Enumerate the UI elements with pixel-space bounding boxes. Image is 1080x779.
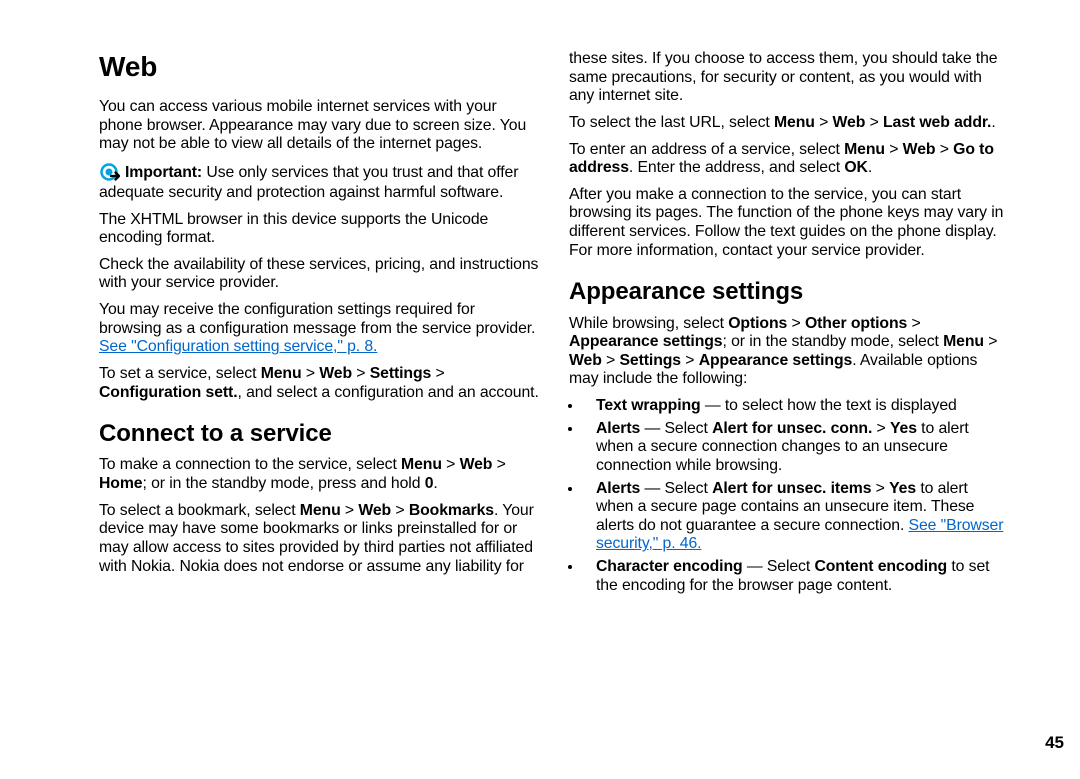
alerts-bold: Alerts (596, 420, 640, 437)
settings-bold: Settings (619, 352, 681, 369)
web-bold: Web (903, 141, 936, 158)
sep: > (602, 352, 620, 369)
web-bold: Web (833, 114, 866, 131)
sep: > (492, 456, 505, 473)
configsett-bold: Configuration sett. (99, 384, 238, 401)
textwrap-bold: Text wrapping (596, 397, 701, 414)
t: While browsing, select (569, 315, 728, 332)
sep: > (871, 480, 889, 497)
after-connection-paragraph: After you make a connection to the servi… (569, 186, 1009, 261)
alerts-bold: Alerts (596, 480, 640, 497)
sep: > (352, 365, 370, 382)
web-bold: Web (358, 502, 391, 519)
menu-bold: Menu (844, 141, 885, 158)
sep: > (442, 456, 460, 473)
t: ; or in the standby mode, select (723, 333, 944, 350)
sep: > (984, 333, 997, 350)
menu-bold: Menu (943, 333, 984, 350)
t: To make a connection to the service, sel… (99, 456, 401, 473)
t: . Enter the address, and select (629, 159, 844, 176)
important-icon (99, 162, 121, 184)
menu-bold: Menu (774, 114, 815, 131)
t: To enter an address of a service, select (569, 141, 844, 158)
menu-bold: Menu (261, 365, 302, 382)
sep: > (302, 365, 320, 382)
last-url-paragraph: To select the last URL, select Menu > We… (569, 114, 1009, 133)
important-paragraph: Important: Use only services that you tr… (99, 162, 539, 203)
config-link[interactable]: See "Configuration setting service," p. … (99, 338, 377, 355)
column-right: these sites. If you choose to access the… (569, 50, 1009, 599)
t: — to select how the text is displayed (701, 397, 957, 414)
lastweb-bold: Last web addr. (883, 114, 991, 131)
set-service-paragraph: To set a service, select Menu > Web > Se… (99, 365, 539, 402)
sep: > (907, 315, 920, 332)
home-bold: Home (99, 475, 143, 492)
t: . (433, 475, 437, 492)
sep: > (341, 502, 359, 519)
t: To set a service, select (99, 365, 261, 382)
other-bold: Other options (805, 315, 907, 332)
important-label: Important: (125, 164, 202, 181)
t: — Select (640, 480, 712, 497)
yes-bold: Yes (889, 480, 916, 497)
sep: > (787, 315, 805, 332)
t: To select the last URL, select (569, 114, 774, 131)
settings-bold: Settings (370, 365, 432, 382)
options-bold: Options (728, 315, 787, 332)
options-list: Text wrapping — to select how the text i… (569, 397, 1009, 595)
connect-paragraph: To make a connection to the service, sel… (99, 456, 539, 493)
alertitems-bold: Alert for unsec. items (712, 480, 871, 497)
sep: > (815, 114, 833, 131)
list-item: Alerts — Select Alert for unsec. conn. >… (583, 420, 1009, 476)
t: — Select (743, 558, 815, 575)
sep: > (935, 141, 953, 158)
bookmarks-bold: Bookmarks (409, 502, 494, 519)
sep: > (885, 141, 903, 158)
page-number: 45 (1045, 733, 1064, 753)
config-text: You may receive the configuration settin… (99, 301, 535, 337)
appearance-intro: While browsing, select Options > Other o… (569, 315, 1009, 390)
xhtml-paragraph: The XHTML browser in this device support… (99, 211, 539, 248)
t: — Select (640, 420, 712, 437)
heading-connect: Connect to a service (99, 420, 539, 448)
charenc-bold: Character encoding (596, 558, 743, 575)
config-paragraph: You may receive the configuration settin… (99, 301, 539, 357)
sep: > (865, 114, 883, 131)
sep: > (681, 352, 699, 369)
sep: > (391, 502, 409, 519)
menu-bold: Menu (300, 502, 341, 519)
web-bold: Web (460, 456, 493, 473)
alertconn-bold: Alert for unsec. conn. (712, 420, 872, 437)
bookmark-paragraph: To select a bookmark, select Menu > Web … (99, 502, 539, 577)
sep: > (872, 420, 890, 437)
web-bold: Web (319, 365, 352, 382)
t: . (991, 114, 995, 131)
t: , and select a configuration and an acco… (238, 384, 539, 401)
list-item: Text wrapping — to select how the text i… (583, 397, 1009, 416)
page: Web You can access various mobile intern… (0, 0, 1080, 779)
menu-bold: Menu (401, 456, 442, 473)
web-bold: Web (569, 352, 602, 369)
enter-address-paragraph: To enter an address of a service, select… (569, 141, 1009, 178)
t: ; or in the standby mode, press and hold (143, 475, 425, 492)
columns: Web You can access various mobile intern… (99, 50, 1030, 599)
heading-web: Web (99, 50, 539, 83)
appearance-bold: Appearance settings (569, 333, 723, 350)
heading-appearance: Appearance settings (569, 278, 1009, 306)
ok-bold: OK (844, 159, 868, 176)
t: . (868, 159, 872, 176)
column-left: Web You can access various mobile intern… (99, 50, 539, 599)
sites-continued: these sites. If you choose to access the… (569, 50, 1009, 106)
sep: > (431, 365, 444, 382)
appearance-bold: Appearance settings (699, 352, 853, 369)
yes-bold: Yes (890, 420, 917, 437)
contentenc-bold: Content encoding (814, 558, 947, 575)
list-item: Character encoding — Select Content enco… (583, 558, 1009, 595)
availability-paragraph: Check the availability of these services… (99, 256, 539, 293)
intro-paragraph: You can access various mobile internet s… (99, 98, 539, 154)
list-item: Alerts — Select Alert for unsec. items >… (583, 480, 1009, 555)
t: To select a bookmark, select (99, 502, 300, 519)
